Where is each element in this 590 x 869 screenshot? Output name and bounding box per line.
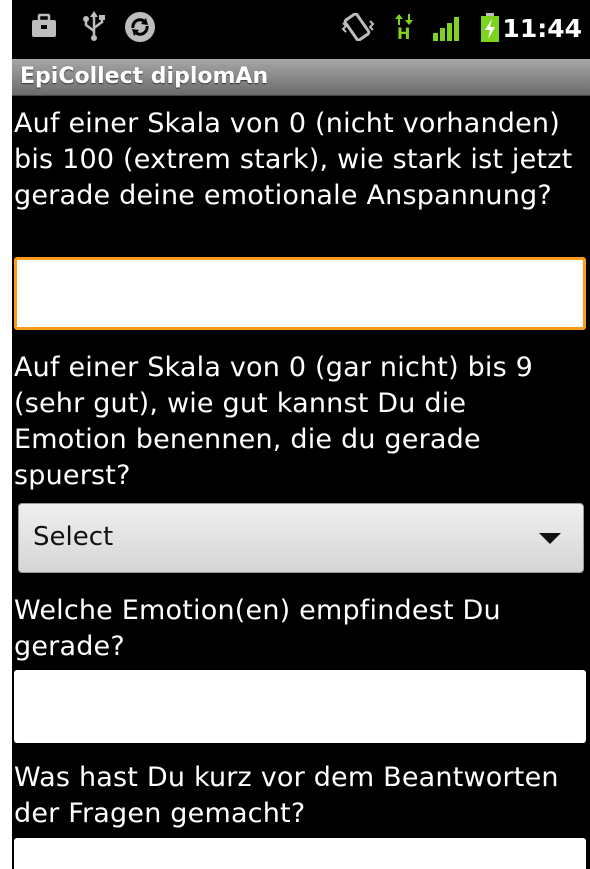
- question-1-label: Auf einer Skala von 0 (nicht vorhanden) …: [14, 108, 573, 211]
- phone-screen: H 11:44 EpiCollect diplomAn Auf einer Sk…: [12, 0, 590, 869]
- battery-charging-icon: [481, 13, 499, 42]
- question-3-label: Welche Emotion(en) empfindest Du gerade?: [14, 595, 501, 662]
- signal-icon: [433, 17, 459, 41]
- status-bar: H 11:44: [12, 0, 590, 59]
- app-title-bar: EpiCollect diplomAn: [12, 59, 590, 96]
- question-1-input[interactable]: [14, 257, 586, 330]
- question-3-input[interactable]: [14, 670, 586, 743]
- briefcase-icon: [32, 13, 56, 37]
- sync-icon: [125, 12, 155, 42]
- data-transfer-icon: H: [394, 14, 414, 44]
- question-2-label: Auf einer Skala von 0 (gar nicht) bis 9 …: [14, 352, 534, 491]
- usb-icon: [83, 11, 105, 41]
- question-2-select[interactable]: Select: [18, 503, 584, 573]
- app-title: EpiCollect diplomAn: [20, 64, 269, 89]
- status-time: 11:44: [502, 14, 582, 43]
- question-2-select-value: Select: [33, 522, 114, 552]
- question-4-label: Was hast Du kurz vor dem Beantworten der…: [14, 762, 559, 829]
- data-indicator: H: [397, 24, 411, 43]
- chevron-down-icon: [539, 533, 561, 544]
- vibrate-icon: [341, 13, 375, 41]
- question-4-input[interactable]: [14, 838, 586, 869]
